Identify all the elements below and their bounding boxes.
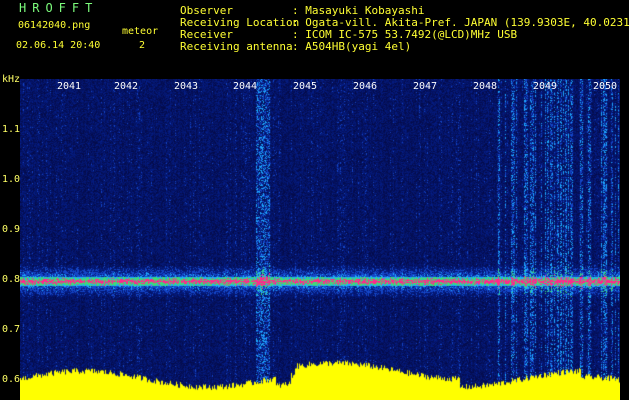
app-title: HROFFT	[19, 1, 99, 15]
time-tick: 2050	[593, 81, 618, 92]
freq-tick: 0.8	[2, 274, 21, 285]
date-time: 02.06.14 20:40	[16, 40, 101, 51]
location-label: Receiving Location	[180, 16, 300, 29]
file-name: 06142040.png	[18, 20, 91, 31]
antenna-value: : A504HB(yagi 4el)	[292, 40, 412, 53]
antenna-label: Receiving antenna	[180, 40, 293, 53]
time-tick: 2042	[114, 81, 139, 92]
time-tick: 2045	[293, 81, 318, 92]
meteor-count: 2	[139, 40, 146, 51]
observer-value: : Masayuki Kobayashi	[292, 4, 425, 17]
freq-tick: 0.7	[2, 324, 21, 335]
freq-tick: 0.9	[2, 224, 21, 235]
time-tick: 2043	[174, 81, 199, 92]
meteor-label: meteor	[122, 26, 159, 37]
receiver-label: Receiver	[180, 28, 233, 41]
receiver-value: : ICOM IC-575 53.7492(@LCD)MHz USB	[292, 28, 518, 41]
time-tick: 2046	[353, 81, 378, 92]
observer-label: Observer	[180, 4, 233, 17]
header-panel: HROFFT 06142040.png meteor 2 02.06.14 20…	[0, 0, 629, 74]
time-tick: 2041	[57, 81, 82, 92]
unit-label: kHz	[2, 74, 21, 85]
spectrogram	[20, 79, 620, 400]
freq-tick: 1.0	[2, 174, 21, 185]
freq-tick: 0.6	[2, 374, 21, 385]
time-tick: 2047	[413, 81, 438, 92]
time-tick: 2049	[533, 81, 558, 92]
time-tick: 2044	[233, 81, 258, 92]
time-tick: 2048	[473, 81, 498, 92]
freq-tick: 1.1	[2, 124, 21, 135]
location-value: : Ogata-vill. Akita-Pref. JAPAN (139.930…	[292, 16, 629, 29]
frequency-axis: kHz 1.1 1.0 0.9 0.8 0.7 0.6	[0, 74, 20, 400]
